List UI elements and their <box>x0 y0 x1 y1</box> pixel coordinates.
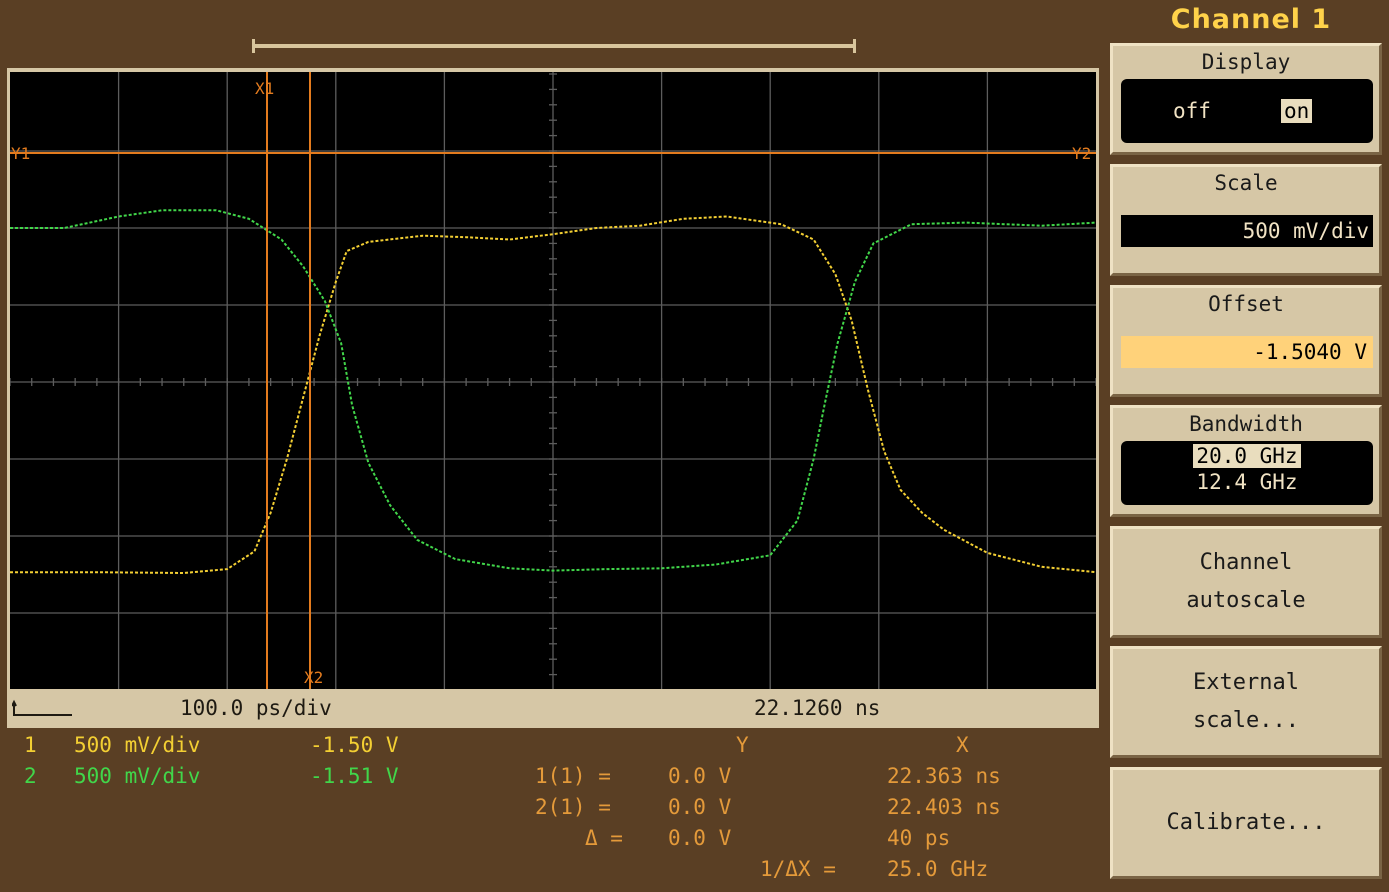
graticule <box>10 72 1096 689</box>
cursor2-x: 22.403 ns <box>887 795 1001 819</box>
display-off-option[interactable]: off <box>1173 99 1211 123</box>
waveform-screen[interactable]: X1 X2 Y1 Y2 <box>10 72 1096 689</box>
display-label: Display <box>1201 50 1291 74</box>
record-position-bar <box>252 39 856 53</box>
ch1-number: 1 <box>24 733 37 757</box>
x1-cursor-label: X1 <box>255 79 274 98</box>
offset-label: Offset <box>1208 292 1284 316</box>
ch1-offset: -1.50 V <box>310 733 399 757</box>
time-position-readout: 22.1260 ns <box>754 696 881 720</box>
ch1-scale: 500 mV/div <box>74 733 201 757</box>
timebase-statusbar: 100.0 ps/div 22.1260 ns <box>10 691 1096 725</box>
waveform-plot: X1 X2 Y1 Y2 <box>10 72 1096 689</box>
external-scale-softkey[interactable]: External scale... <box>1110 646 1382 758</box>
offset-softkey[interactable]: Offset -1.5040 V <box>1110 285 1382 397</box>
scale-softkey[interactable]: Scale 500 mV/div <box>1110 164 1382 276</box>
display-on-option[interactable]: on <box>1281 99 1313 123</box>
inverse-delta-value: 25.0 GHz <box>887 857 989 881</box>
x2-cursor-label: X2 <box>304 668 323 687</box>
external-line1: External <box>1193 670 1299 695</box>
bandwidth-option-20ghz[interactable]: 20.0 GHz <box>1193 444 1301 468</box>
external-line2: scale... <box>1193 708 1299 733</box>
cursor1-x: 22.363 ns <box>887 764 1001 788</box>
cursor2-label: 2(1) = <box>535 795 611 819</box>
offset-value-field[interactable]: -1.5040 V <box>1121 336 1373 368</box>
cursor2-y: 0.0 V <box>668 795 732 819</box>
autoscale-line2: autoscale <box>1186 588 1306 613</box>
y1-cursor-label: Y1 <box>11 144 30 163</box>
timebase-readout: 100.0 ps/div <box>180 696 332 720</box>
bandwidth-label: Bandwidth <box>1189 412 1303 436</box>
calibrate-label: Calibrate... <box>1166 810 1326 835</box>
delta-label: Δ = <box>585 826 623 850</box>
ch2-scale: 500 mV/div <box>74 764 201 788</box>
trigger-edge-icon <box>12 699 72 716</box>
channel-autoscale-softkey[interactable]: Channel autoscale <box>1110 526 1382 638</box>
bandwidth-selector[interactable]: 20.0 GHz 12.4 GHz <box>1121 441 1373 505</box>
ch2-number: 2 <box>24 764 37 788</box>
delta-y: 0.0 V <box>668 826 732 850</box>
cursor1-label: 1(1) = <box>535 764 611 788</box>
delta-x: 40 ps <box>887 826 951 850</box>
calibrate-softkey[interactable]: Calibrate... <box>1110 767 1382 879</box>
scale-value-field[interactable]: 500 mV/div <box>1121 215 1373 247</box>
scale-label: Scale <box>1214 171 1278 195</box>
bandwidth-softkey[interactable]: Bandwidth 20.0 GHz 12.4 GHz <box>1110 405 1382 517</box>
display-toggle[interactable]: off on <box>1121 79 1373 143</box>
autoscale-line1: Channel <box>1199 550 1293 575</box>
y-column-header: Y <box>736 733 749 757</box>
x-column-header: X <box>956 733 969 757</box>
cursor1-y: 0.0 V <box>668 764 732 788</box>
channel-title: Channel 1 <box>1170 4 1332 35</box>
bandwidth-option-12ghz[interactable]: 12.4 GHz <box>1121 470 1373 494</box>
ch2-offset: -1.51 V <box>310 764 399 788</box>
y2-cursor-label: Y2 <box>1072 144 1091 163</box>
display-softkey[interactable]: Display off on <box>1110 43 1382 155</box>
inverse-delta-label: 1/ΔX = <box>760 857 836 881</box>
